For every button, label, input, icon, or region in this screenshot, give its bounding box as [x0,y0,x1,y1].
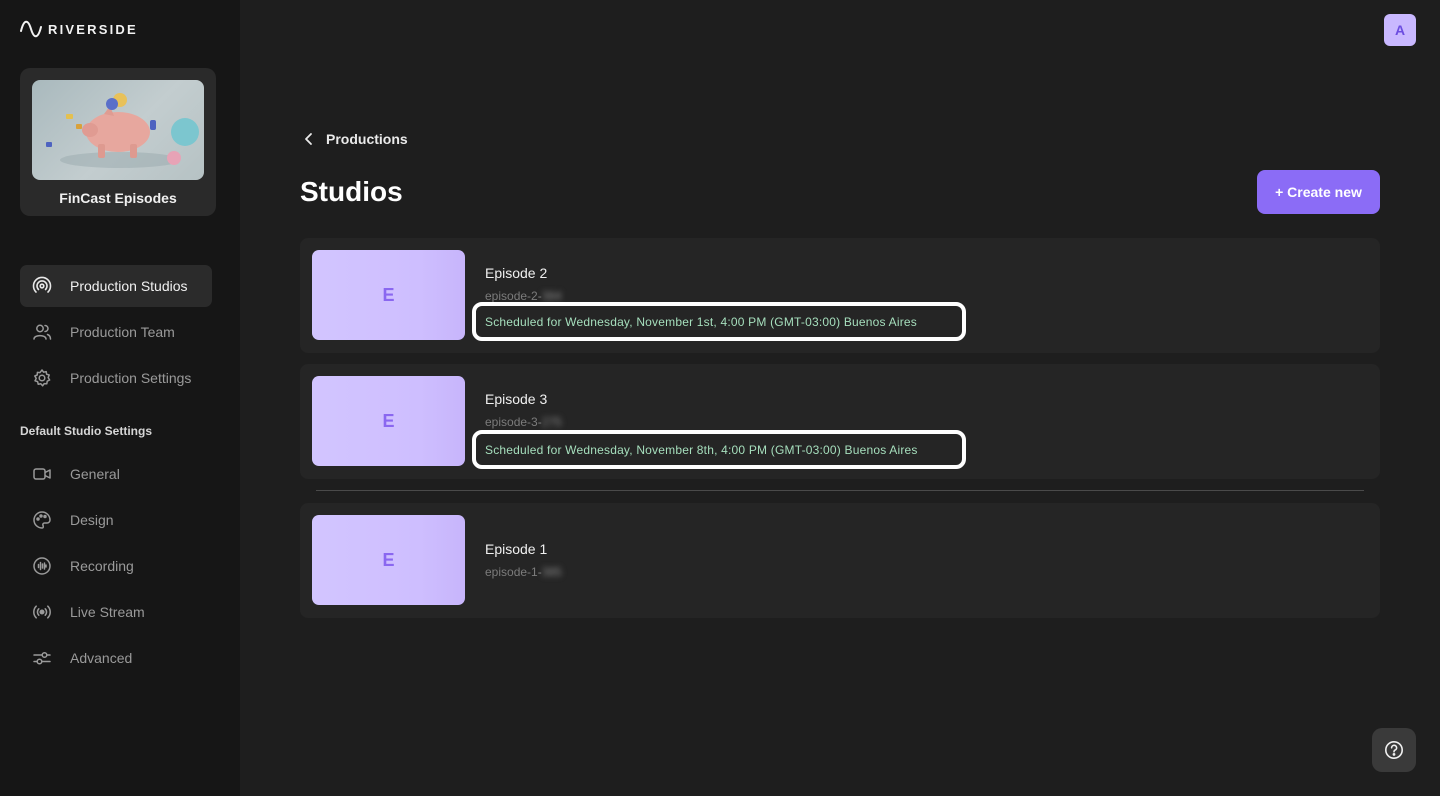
camera-icon [33,468,51,480]
studio-slug-prefix: episode-1- [485,565,542,579]
studio-name: Episode 1 [485,541,548,557]
studio-slug-hidden: 385 [541,565,562,579]
users-icon [33,324,52,340]
sidebar: RIVERSIDE FinCast Episodes Production St… [0,0,240,796]
schedule-text: Scheduled for Wednesday, November 8th, 4… [485,442,918,457]
studio-thumbnail: E [312,250,465,340]
studio-slug: episode-1-385 [485,565,562,579]
studio-slug: episode-3-275 [485,415,562,429]
production-card[interactable]: FinCast Episodes [20,68,216,216]
nav-design[interactable]: Design [20,499,212,541]
schedule-highlight: Scheduled for Wednesday, November 1st, 4… [472,302,966,341]
nav-label: Production Settings [70,370,192,386]
section-divider [316,490,1364,491]
question-mark-icon [1385,741,1403,759]
breadcrumb-back[interactable]: Productions [302,131,408,147]
studio-slug: episode-2-384 [485,289,562,303]
nav-general[interactable]: General [20,453,212,495]
riverside-logo[interactable]: RIVERSIDE [20,20,138,38]
nav-live-stream[interactable]: Live Stream [20,591,212,633]
studio-thumbnail: E [312,515,465,605]
studio-card-episode-2[interactable]: E Episode 2 episode-2-384 Scheduled for … [300,238,1380,353]
nav-production-studios[interactable]: Production Studios [20,265,212,307]
nav-label: Recording [70,558,134,574]
production-thumbnail [32,80,204,180]
palette-icon [33,511,51,529]
create-new-button[interactable]: + Create new [1257,170,1380,214]
broadcast-icon [33,605,51,619]
chevron-left-icon [305,133,312,145]
waveform-icon [33,557,51,575]
gear-icon [34,369,51,387]
schedule-highlight: Scheduled for Wednesday, November 8th, 4… [472,430,966,469]
studio-slug-prefix: episode-2- [485,289,542,303]
breadcrumb-label: Productions [326,131,408,147]
studio-thumbnail: E [312,376,465,466]
nav-label: Design [70,512,114,528]
section-label-default-studio-settings: Default Studio Settings [20,424,152,438]
page-title: Studios [300,176,403,207]
nav-advanced[interactable]: Advanced [20,637,212,679]
studio-card-episode-1[interactable]: E Episode 1 episode-1-385 [300,503,1380,618]
nav-production-team[interactable]: Production Team [20,311,212,353]
piggy-bank-illustration [46,93,199,168]
nav-label: Advanced [70,650,133,666]
nav-label: Production Team [70,324,175,340]
production-name: FinCast Episodes [59,190,177,206]
studio-slug-hidden: 275 [541,415,562,429]
studio-card-episode-3[interactable]: E Episode 3 episode-3-275 Scheduled for … [300,364,1380,479]
nav-label: General [70,466,120,482]
studio-name: Episode 3 [485,391,548,407]
nav-label: Live Stream [70,604,145,620]
sliders-icon [33,651,51,665]
logo-text: RIVERSIDE [48,21,138,37]
wave-logo-icon [20,20,42,38]
podcast-icon [32,276,52,293]
nav-label: Production Studios [70,278,188,294]
studio-name: Episode 2 [485,265,548,281]
schedule-text: Scheduled for Wednesday, November 1st, 4… [485,314,917,329]
studio-slug-hidden: 384 [541,289,562,303]
nav-recording[interactable]: Recording [20,545,212,587]
nav-production-settings[interactable]: Production Settings [20,357,212,399]
help-button[interactable] [1372,728,1416,772]
studio-slug-prefix: episode-3- [485,415,542,429]
user-avatar[interactable]: A [1384,14,1416,46]
